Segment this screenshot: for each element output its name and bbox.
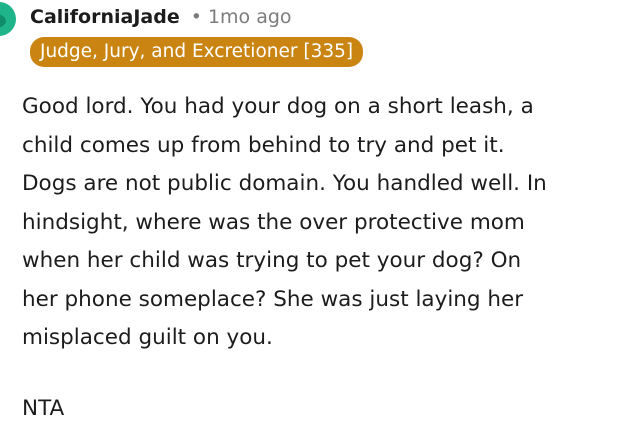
timestamp[interactable]: 1mo ago: [208, 6, 292, 28]
comment-body: Good lord. You had your dog on a short l…: [22, 88, 630, 428]
comment: CaliforniaJade • 1mo ago Judge, Jury, an…: [0, 0, 634, 431]
user-avatar-icon[interactable]: [0, 2, 16, 36]
comment-paragraph: Good lord. You had your dog on a short l…: [22, 94, 547, 350]
username-link[interactable]: CaliforniaJade: [30, 6, 180, 28]
comment-paragraph: NTA: [22, 395, 65, 421]
separator-dot: •: [190, 6, 202, 28]
comment-header: CaliforniaJade • 1mo ago: [30, 3, 292, 31]
user-flair-badge: Judge, Jury, and Excretioner [335]: [30, 37, 364, 67]
